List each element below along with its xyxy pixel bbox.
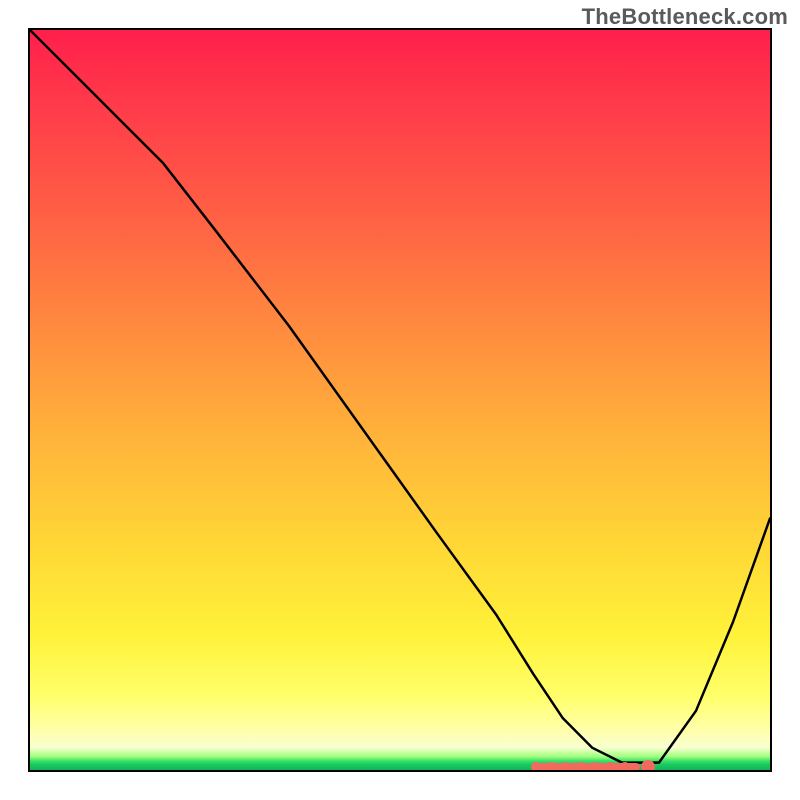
highlight-dot [576,762,586,772]
highlight-dots [30,30,770,770]
plot-area [28,28,772,772]
highlight-dot [546,762,556,772]
highlight-dot [605,762,615,772]
chart-stage: TheBottleneck.com [0,0,800,800]
watermark-text: TheBottleneck.com [582,4,788,30]
highlight-dot [620,762,630,772]
highlight-dot [641,760,655,772]
highlight-dot [590,762,600,772]
highlight-dot [561,762,571,772]
highlight-dot [531,762,541,772]
